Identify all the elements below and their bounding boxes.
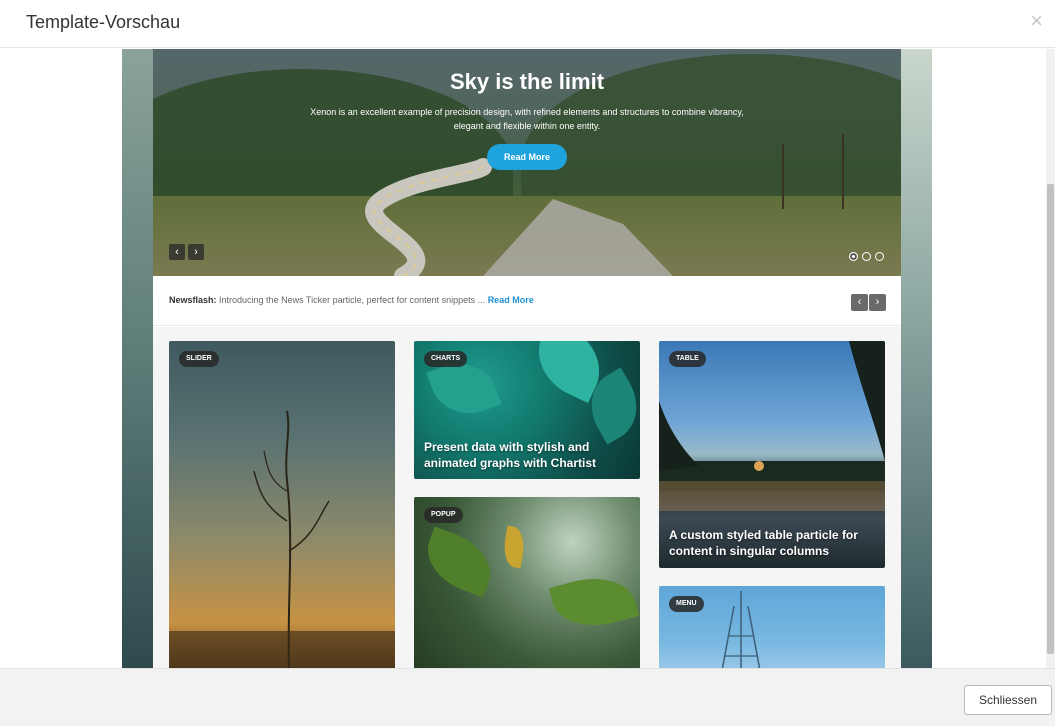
hero-description: Xenon is an excellent example of precisi… (310, 107, 744, 131)
charts-card[interactable]: CHARTS Present data with stylish and ani… (414, 341, 640, 479)
card-tag: POPUP (424, 507, 463, 523)
close-button[interactable]: Schliessen (964, 685, 1052, 715)
newsflash-text: Introducing the News Ticker particle, pe… (219, 295, 486, 305)
close-icon[interactable]: × (1030, 10, 1043, 32)
newsflash-next-icon[interactable]: › (869, 294, 886, 311)
dialog-body: Sky is the limit Xenon is an excellent e… (0, 49, 1055, 668)
template-preview-image: Sky is the limit Xenon is an excellent e… (122, 49, 932, 668)
hero-pagination (845, 248, 884, 266)
card-caption-line: content in singular columns (669, 544, 830, 558)
feature-grid: SLIDER CHARTS Present data with stylish … (153, 327, 901, 668)
hero-next-icon[interactable]: › (188, 244, 204, 260)
preview-background-right (901, 49, 932, 668)
newsflash-arrows: ‹ › (851, 292, 887, 311)
card-tag: SLIDER (179, 351, 219, 367)
card-caption: A custom styled table particle for conte… (669, 527, 858, 559)
card-tag: TABLE (669, 351, 706, 367)
card-caption-line: animated graphs with Chartist (424, 456, 597, 470)
leaf-shape (500, 525, 528, 569)
dialog-footer: Schliessen (0, 668, 1055, 726)
hero-slide-arrows: ‹ › (169, 242, 207, 260)
leaf-shape (417, 526, 501, 598)
dialog-title: Template-Vorschau (26, 12, 181, 32)
table-card[interactable]: TABLE A custom styled table particle for… (659, 341, 885, 568)
template-site: Sky is the limit Xenon is an excellent e… (153, 49, 901, 668)
newsflash-prev-icon[interactable]: ‹ (851, 294, 868, 311)
slider-card[interactable]: SLIDER (169, 341, 395, 668)
plant-image (169, 410, 395, 668)
dialog-header: Template-Vorschau × (0, 0, 1055, 48)
hero-prev-icon[interactable]: ‹ (169, 244, 185, 260)
scrollbar-thumb[interactable] (1047, 184, 1054, 654)
popup-card[interactable]: POPUP (414, 497, 640, 668)
newsflash-read-more-link[interactable]: Read More (488, 295, 534, 305)
menu-card[interactable]: MENU (659, 586, 885, 668)
newsflash-bar: Newsflash: Introducing the News Ticker p… (153, 276, 901, 326)
hero-slider: Sky is the limit Xenon is an excellent e… (153, 49, 901, 276)
hero-title: Sky is the limit (449, 69, 605, 94)
card-tag: MENU (669, 596, 704, 612)
preview-background-left (122, 49, 153, 668)
slide-dot-3[interactable] (875, 252, 884, 261)
scrollbar[interactable] (1046, 49, 1055, 668)
newsflash-text-row: Newsflash: Introducing the News Ticker p… (169, 295, 534, 305)
template-preview-dialog: Template-Vorschau × Sky is the limit Xen… (0, 0, 1055, 726)
card-caption-line: Present data with stylish and (424, 440, 590, 454)
newsflash-label: Newsflash: (169, 295, 217, 305)
card-tag: CHARTS (424, 351, 468, 367)
hero-read-more-button[interactable]: Read More (487, 144, 567, 170)
card-caption: Present data with stylish and animated g… (424, 439, 596, 471)
card-caption-line: A custom styled table particle for (669, 528, 858, 542)
leaf-shape (548, 567, 640, 637)
slide-dot-1[interactable] (849, 252, 858, 261)
slide-dot-2[interactable] (862, 252, 871, 261)
